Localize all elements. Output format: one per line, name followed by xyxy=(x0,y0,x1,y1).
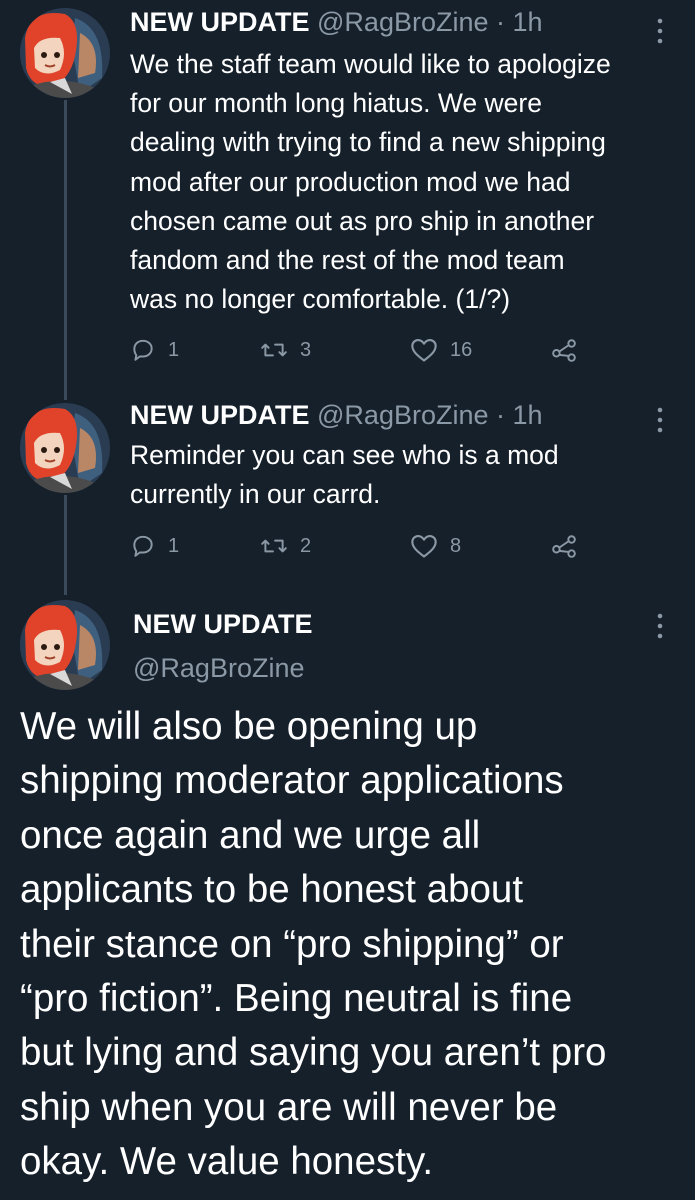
share-icon xyxy=(552,535,576,558)
focused-tweet-text: We will also be opening up shipping mode… xyxy=(20,705,607,1184)
like-count: 16 xyxy=(450,338,473,361)
share-icon xyxy=(552,339,576,362)
reply-button[interactable]: 1 xyxy=(130,526,179,566)
tweet-header: NEW UPDATE @RagBroZine · 1h xyxy=(130,398,543,432)
timestamp[interactable]: 1h xyxy=(513,7,543,37)
tweet-actions: 1 2 8 xyxy=(130,526,600,566)
more-options-icon[interactable] xyxy=(650,611,670,641)
like-button[interactable]: 8 xyxy=(410,526,461,566)
like-button[interactable]: 16 xyxy=(410,330,472,370)
avatar[interactable] xyxy=(20,403,110,493)
retweet-count: 2 xyxy=(300,534,312,557)
reply-icon xyxy=(133,535,153,557)
more-options-icon[interactable] xyxy=(650,405,670,435)
avatar-image xyxy=(20,8,110,98)
heart-icon xyxy=(411,535,437,558)
reply-button[interactable]: 1 xyxy=(130,330,179,370)
share-button[interactable] xyxy=(550,330,590,370)
like-count: 8 xyxy=(450,534,462,557)
retweet-count: 3 xyxy=(300,338,312,361)
user-handle[interactable]: @RagBroZine xyxy=(317,7,488,37)
avatar[interactable] xyxy=(20,8,110,98)
user-handle[interactable]: @RagBroZine xyxy=(133,653,304,684)
avatar-image xyxy=(20,600,110,690)
tweet-actions: 1 3 16 xyxy=(130,330,600,370)
retweet-icon xyxy=(261,343,287,357)
reply-icon xyxy=(133,339,153,361)
heart-icon xyxy=(411,339,437,362)
timestamp[interactable]: 1h xyxy=(513,400,543,430)
tweet-text: Reminder you can see who is a mod curren… xyxy=(130,440,559,510)
tweet[interactable]: NEW UPDATE @RagBroZine · 1h Reminder you… xyxy=(0,395,695,595)
reply-count: 1 xyxy=(168,338,180,361)
tweet-text: We the staff team would like to apologiz… xyxy=(130,49,611,315)
retweet-button[interactable]: 2 xyxy=(260,526,311,566)
avatar[interactable] xyxy=(20,600,110,690)
separator-dot: · xyxy=(496,400,506,430)
reply-count: 1 xyxy=(168,534,180,557)
retweet-icon xyxy=(261,539,287,553)
display-name[interactable]: NEW UPDATE xyxy=(133,609,313,640)
more-options-icon[interactable] xyxy=(650,16,670,46)
separator-dot: · xyxy=(496,7,506,37)
retweet-button[interactable]: 3 xyxy=(260,330,311,370)
share-button[interactable] xyxy=(550,526,590,566)
avatar-image xyxy=(20,403,110,493)
user-handle[interactable]: @RagBroZine xyxy=(317,400,488,430)
display-name[interactable]: NEW UPDATE xyxy=(130,400,310,430)
tweet[interactable]: NEW UPDATE @RagBroZine · 1h We the staff… xyxy=(0,0,695,395)
tweet-header: NEW UPDATE @RagBroZine · 1h xyxy=(130,5,543,39)
display-name[interactable]: NEW UPDATE xyxy=(130,7,310,37)
